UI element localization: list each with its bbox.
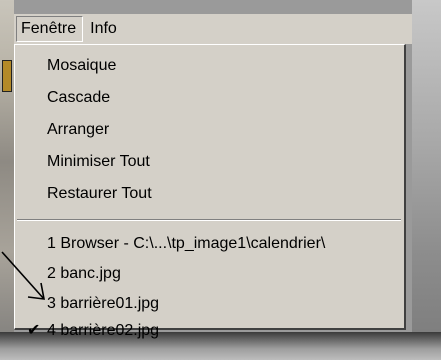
checkmark-icon: ✔ xyxy=(27,322,41,339)
menu-item-mosaique[interactable]: Mosaique xyxy=(15,51,403,81)
window-item-browser[interactable]: 1 Browser - C:\...\tp_image1\calendrier\ xyxy=(15,229,403,259)
window-item-label: 2 banc.jpg xyxy=(47,265,121,282)
menu-item-label: Minimiser Tout xyxy=(47,153,150,170)
menu-item-label: Mosaique xyxy=(47,57,117,74)
window-item-label: 3 barrière01.jpg xyxy=(47,295,160,312)
window-item-barriere02[interactable]: ✔ 4 barrière02.jpg xyxy=(15,319,403,347)
menu-fenetre[interactable]: Fenêtre xyxy=(16,16,84,42)
window-item-label: 1 Browser - C:\...\tp_image1\calendrier\ xyxy=(47,235,326,252)
background-thumbnail xyxy=(2,60,12,92)
menu-item-cascade[interactable]: Cascade xyxy=(15,83,403,113)
menu-bar: Fenêtre Info xyxy=(14,14,412,45)
menu-item-restaurer-tout[interactable]: Restaurer Tout xyxy=(15,179,403,209)
menu-item-arranger[interactable]: Arranger xyxy=(15,115,403,145)
background-window-edge-left xyxy=(0,0,14,360)
window-item-banc[interactable]: 2 banc.jpg xyxy=(15,259,403,289)
menu-separator xyxy=(17,219,401,221)
menu-item-label: Arranger xyxy=(47,121,110,138)
menu-info[interactable]: Info xyxy=(85,16,124,42)
menu-item-label: Restaurer Tout xyxy=(47,185,152,202)
menu-item-label: Cascade xyxy=(47,89,111,106)
fenetre-dropdown-menu: Mosaique Cascade Arranger Minimiser Tout… xyxy=(14,44,406,339)
window-item-label: 4 barrière02.jpg xyxy=(47,322,160,339)
menu-item-minimiser-tout[interactable]: Minimiser Tout xyxy=(15,147,403,177)
window-item-barriere01[interactable]: 3 barrière01.jpg xyxy=(15,289,403,319)
background-window-edge-right xyxy=(412,0,441,360)
